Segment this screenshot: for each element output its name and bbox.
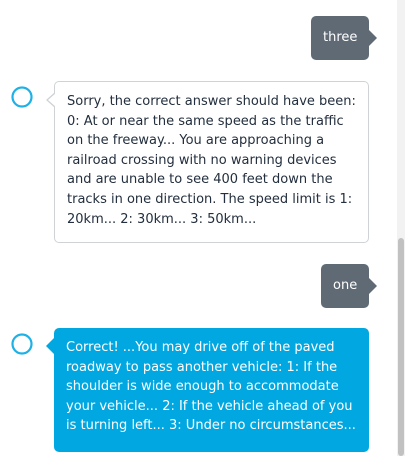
chat-scrollbar[interactable]	[397, 0, 405, 456]
user-message-text: three	[323, 30, 358, 45]
alexa-message-highlighted: Correct! ...You may drive off of the pav…	[46, 328, 369, 452]
chat-transcript: three Sorry, the correct answer should h…	[0, 0, 396, 456]
alexa-message: Sorry, the correct answer should have be…	[46, 81, 369, 243]
alexa-ring-icon	[11, 86, 33, 108]
alexa-ring-icon	[11, 333, 33, 355]
scrollbar-thumb[interactable]	[398, 238, 404, 456]
alexa-message-text: Sorry, the correct answer should have be…	[67, 94, 356, 227]
alexa-message-text: Correct! ...You may drive off of the pav…	[66, 340, 356, 434]
user-message: three	[311, 16, 377, 60]
user-message: one	[321, 264, 377, 308]
user-message-text: one	[333, 278, 358, 293]
